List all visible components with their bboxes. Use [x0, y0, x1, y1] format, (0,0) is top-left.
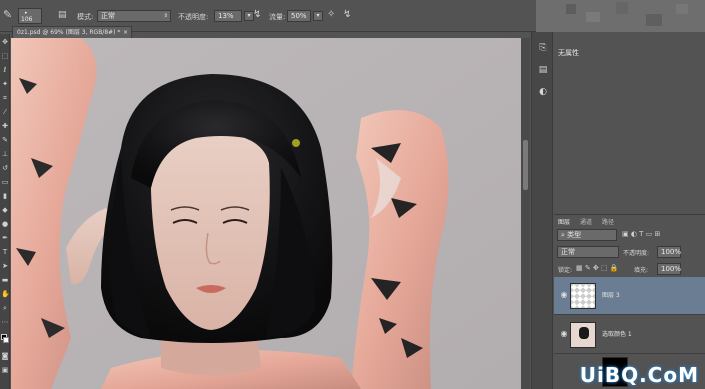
path-select-tool-icon[interactable]: ➤: [1, 262, 9, 270]
brush-size-value: 106: [21, 16, 33, 23]
vertical-scrollbar[interactable]: [521, 38, 530, 389]
flow-slider-button[interactable]: ▾: [313, 11, 323, 21]
layer-filter-dropdown[interactable]: ⌕ 类型: [557, 229, 617, 241]
airbrush-icon[interactable]: ✧: [327, 9, 335, 21]
shape-tool-icon[interactable]: ▬: [1, 276, 9, 284]
brush-tool-icon[interactable]: ✎: [1, 136, 9, 144]
lock-icons[interactable]: ▦ ✎ ✥ ⬚ 🔒: [576, 264, 619, 272]
move-tool-icon[interactable]: ✥: [1, 38, 9, 46]
history-panel-icon[interactable]: ⎘: [537, 42, 549, 54]
tools-panel: ✥ ⬚ ℓ ✦ ⌗ ⁄ ✚ ✎ ⊥ ↺ ▭ ▮ ◆ ● ✒ T ➤ ▬ ✋ ⌕ …: [0, 34, 10, 389]
watermark-logo: UiBQ.CoM: [579, 363, 699, 387]
close-icon[interactable]: ×: [123, 27, 128, 38]
thumb-figure: [579, 327, 589, 339]
visibility-eye-icon[interactable]: ◉: [559, 329, 569, 339]
zoom-tool-icon[interactable]: ⌕: [1, 304, 9, 312]
lock-label: 锁定:: [558, 267, 573, 274]
marquee-tool-icon[interactable]: ⬚: [1, 52, 9, 60]
chevron-down-icon: ⇕: [163, 13, 168, 19]
workspace-strip: [536, 0, 705, 32]
mosaic-block: [616, 2, 628, 14]
layer-filter-kind: 类型: [567, 231, 582, 239]
properties-panel-icon[interactable]: ▤: [537, 64, 549, 76]
edit-toolbar-icon[interactable]: ⋯: [1, 318, 9, 326]
layer-name: 选取颜色 1: [602, 331, 632, 338]
hand-tool-icon[interactable]: ✋: [1, 290, 10, 298]
opacity-label: 不透明度:: [178, 13, 209, 21]
pen-tool-icon[interactable]: ✒: [1, 234, 9, 242]
brush-cursor-marker: [292, 139, 300, 147]
eyedropper-tool-icon[interactable]: ⁄: [1, 108, 9, 116]
mode-value: 正常: [101, 12, 115, 20]
quick-select-tool-icon[interactable]: ✦: [1, 80, 9, 88]
gradient-tool-icon[interactable]: ▮: [1, 192, 9, 200]
panel-icon-column: ⎘ ▤ ◐: [531, 32, 553, 389]
mosaic-block: [586, 12, 600, 22]
blur-tool-icon[interactable]: ◆: [1, 206, 9, 214]
mode-label: 模式:: [77, 13, 94, 21]
properties-title: 无属性: [558, 49, 579, 57]
document-canvas[interactable]: [11, 38, 521, 389]
flow-input[interactable]: 50%: [287, 10, 311, 22]
photoshop-window: ✎ • 106 ▤ 模式: 正常 ⇕ 不透明度: 13% ▾ ↯ 流量: 50% …: [0, 0, 705, 389]
pressure-opacity-icon[interactable]: ↯: [253, 9, 261, 21]
brush-tool-icon[interactable]: ✎: [3, 9, 12, 21]
scrollbar-thumb[interactable]: [523, 140, 528, 190]
layer-row[interactable]: ◉ 图层 3: [554, 277, 705, 315]
clone-stamp-tool-icon[interactable]: ⊥: [1, 150, 9, 158]
layer-opacity-input[interactable]: 100%: [657, 246, 681, 258]
blend-mode-dropdown[interactable]: 正常: [557, 246, 619, 258]
properties-panel: 无属性: [554, 32, 705, 212]
fill-input[interactable]: 100%: [657, 263, 681, 275]
document-tab[interactable]: 0z1.psd @ 69% (图层 3, RGB/8#) * ×: [12, 26, 132, 38]
layer-opacity-label: 不透明度:: [623, 250, 650, 257]
mosaic-block: [566, 4, 576, 14]
layer-thumbnail: [570, 283, 596, 309]
mosaic-block: [676, 4, 688, 14]
background-color-swatch[interactable]: [3, 337, 9, 343]
flow-label: 流量:: [269, 13, 286, 21]
layer-thumbnail: [570, 322, 596, 348]
pressure-size-icon[interactable]: ↯: [343, 9, 351, 21]
tab-channels[interactable]: 通道: [580, 218, 592, 227]
mode-dropdown[interactable]: 正常 ⇕: [97, 10, 171, 22]
type-tool-icon[interactable]: T: [1, 248, 9, 256]
filter-icons[interactable]: ▣ ◐ T ▭ ⊞: [622, 230, 660, 238]
tab-layers[interactable]: 图层: [558, 218, 570, 227]
layer-name: 图层 3: [602, 292, 620, 299]
layer-row[interactable]: ◉ 选取颜色 1: [554, 316, 705, 354]
eraser-tool-icon[interactable]: ▭: [1, 178, 9, 186]
quick-mask-icon[interactable]: ◙: [1, 352, 9, 360]
blend-mode-value: 正常: [561, 248, 575, 256]
dodge-tool-icon[interactable]: ●: [1, 220, 9, 228]
screen-mode-icon[interactable]: ▣: [1, 366, 9, 374]
lasso-tool-icon[interactable]: ℓ: [1, 66, 9, 74]
fill-label: 填充:: [634, 267, 649, 274]
tab-paths[interactable]: 路径: [602, 218, 614, 227]
crop-tool-icon[interactable]: ⌗: [1, 94, 9, 102]
opacity-input[interactable]: 13%: [214, 10, 242, 22]
brush-panel-toggle-icon[interactable]: ▤: [58, 9, 67, 21]
document-tab-title: 0z1.psd @ 69% (图层 3, RGB/8#) *: [17, 29, 121, 36]
portrait-photo: [11, 38, 521, 389]
adjustments-panel-icon[interactable]: ◐: [537, 86, 549, 98]
visibility-eye-icon[interactable]: ◉: [559, 290, 569, 300]
brush-preset-picker[interactable]: • 106: [18, 8, 42, 24]
mosaic-block: [646, 14, 662, 26]
healing-tool-icon[interactable]: ✚: [1, 122, 9, 130]
history-brush-tool-icon[interactable]: ↺: [1, 164, 9, 172]
